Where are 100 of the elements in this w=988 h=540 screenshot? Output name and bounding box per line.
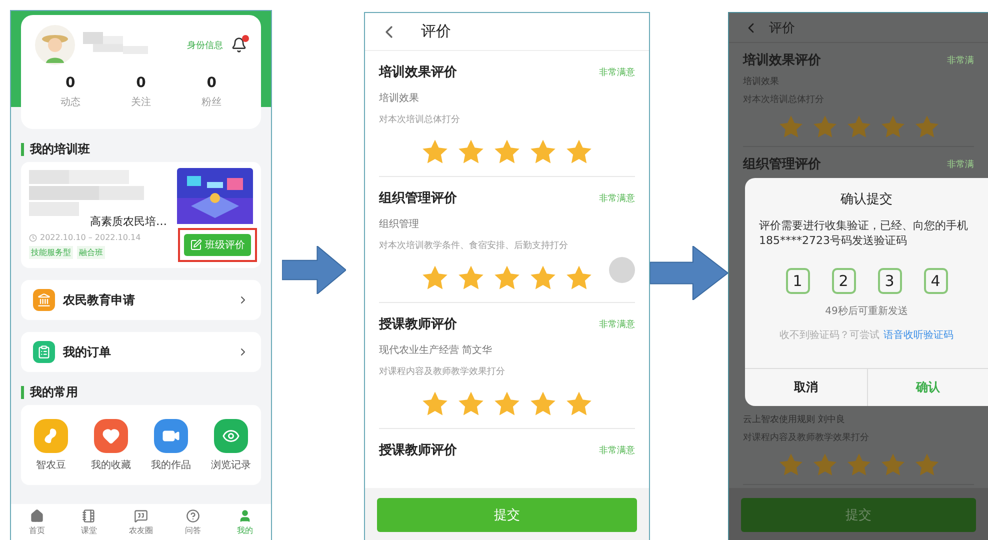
edit-icon [190,239,202,251]
star-icon[interactable] [812,114,838,140]
section-title: 组织管理评价 [743,156,821,173]
clock-icon [29,234,37,242]
user-icon [238,508,252,522]
building-icon [33,289,55,311]
code-digit-field[interactable]: 2 [832,268,856,294]
tab[interactable]: 问答 [167,504,219,540]
voice-code-link[interactable]: 语音收听验证码 [884,328,954,342]
star-icon[interactable] [778,452,804,478]
clipboard-icon [33,341,55,363]
course-card[interactable]: 高素质农民培… 2022.10.10 – 2022.10.14 技能服务型 融合班 班级评价 [21,162,261,268]
rating-label: 非常满 [947,54,974,66]
rating-label: 非常满意 [599,318,635,330]
notebook-icon [82,508,96,522]
course-tag: 融合班 [77,246,105,259]
speech-bubble-icon [134,508,148,522]
star-icon[interactable] [846,452,872,478]
star-icon[interactable] [493,138,521,166]
menu-row[interactable]: 农民教育申请 [21,280,261,320]
criterion-description: 对本次培训教学条件、食宿安排、后勤支持打分 [379,240,569,252]
menu-label: 我的订单 [63,344,112,360]
menu-row[interactable]: 我的订单 [21,332,261,372]
star-icon[interactable] [457,138,485,166]
rating-label: 非常满意 [599,192,635,204]
criterion-name: 组织管理 [379,218,420,231]
home-icon [30,508,44,522]
confirm-button[interactable]: 确认 [866,369,988,406]
course-dates: 2022.10.10 – 2022.10.14 [40,233,141,242]
section-title: 培训效果评价 [743,52,821,69]
star-icon[interactable] [493,390,521,418]
section-title: 授课教师评价 [379,316,457,333]
star-icon[interactable] [812,452,838,478]
star-icon[interactable] [565,390,593,418]
star-icon[interactable] [529,138,557,166]
section-title: 授课教师评价 [379,442,457,459]
star-icon[interactable] [457,390,485,418]
star-icon[interactable] [565,138,593,166]
page-title: 评价 [769,20,795,36]
rating-label: 非常满意 [599,444,635,456]
submit-button[interactable]: 提交 [377,498,637,532]
stat-label: 粉丝 [200,96,223,109]
star-icon[interactable] [493,264,521,292]
resend-countdown: 49秒后可重新发送 [825,304,908,318]
rating-label: 非常满意 [599,66,635,78]
video-camera-icon[interactable] [154,418,188,452]
stat-value: 0 [64,75,76,91]
criterion-name: 现代农业生产经营 简文华 [379,344,494,357]
help-icon [186,508,200,522]
dialog-title: 确认提交 [840,191,892,208]
star-icon[interactable] [421,138,449,166]
star-icon[interactable] [457,264,485,292]
star-icon[interactable] [880,452,906,478]
page-title: 评价 [421,22,451,41]
bean-icon[interactable] [34,418,68,452]
criterion-description: 对本次培训总体打分 [379,114,461,126]
stat-label: 动态 [59,96,82,109]
course-title: 高素质农民培… [90,214,167,229]
star-icon[interactable] [529,390,557,418]
cancel-button[interactable]: 取消 [745,369,866,406]
section-title: 我的培训班 [21,143,90,156]
shortcut-label: 智农豆 [36,458,66,472]
star-icon[interactable] [914,452,940,478]
code-digit-field[interactable]: 3 [878,268,902,294]
star-icon[interactable] [529,264,557,292]
dialog-message: 评价需要进行收集验证，已经、向您的手机185****2723号码发送验证码 [759,218,969,248]
notification-bell-icon[interactable] [231,37,247,53]
tab[interactable]: 农友圈 [115,504,167,540]
shortcut-label: 我的作品 [151,458,191,472]
star-icon[interactable] [914,114,940,140]
heart-icon[interactable] [94,418,128,452]
stat-value: 0 [206,75,218,91]
course-tag: 技能服务型 [29,246,73,259]
criterion-name: 培训效果 [379,92,420,105]
section-title: 我的常用 [21,386,78,399]
star-icon[interactable] [880,114,906,140]
hint-text: 收不到验证码？可尝试 [780,328,880,342]
criterion-description: 对课程内容及教师教学效果打分 [379,366,506,378]
star-icon[interactable] [778,114,804,140]
code-digit-field[interactable]: 4 [924,268,948,294]
star-icon[interactable] [846,114,872,140]
identity-info-link[interactable]: 身份信息 [187,38,223,52]
star-icon[interactable] [421,390,449,418]
menu-label: 农民教育申请 [63,292,136,308]
tab[interactable]: 首页 [11,504,63,540]
avatar-icon [35,25,75,65]
right-arrow-drawing [282,246,346,294]
stat-value: 0 [135,75,147,91]
rating-label: 非常满 [947,158,974,170]
floating-round-button[interactable] [609,257,635,283]
star-icon[interactable] [565,264,593,292]
section-title: 培训效果评价 [379,64,457,81]
class-evaluation-button[interactable]: 班级评价 [184,234,251,256]
tab[interactable]: 课堂 [63,504,115,540]
tab[interactable]: 我的 [219,504,271,540]
shortcut-label: 浏览记录 [211,458,251,472]
code-digit-field[interactable]: 1 [786,268,810,294]
eye-icon[interactable] [214,418,248,452]
star-icon[interactable] [421,264,449,292]
stat-label: 关注 [130,96,152,109]
